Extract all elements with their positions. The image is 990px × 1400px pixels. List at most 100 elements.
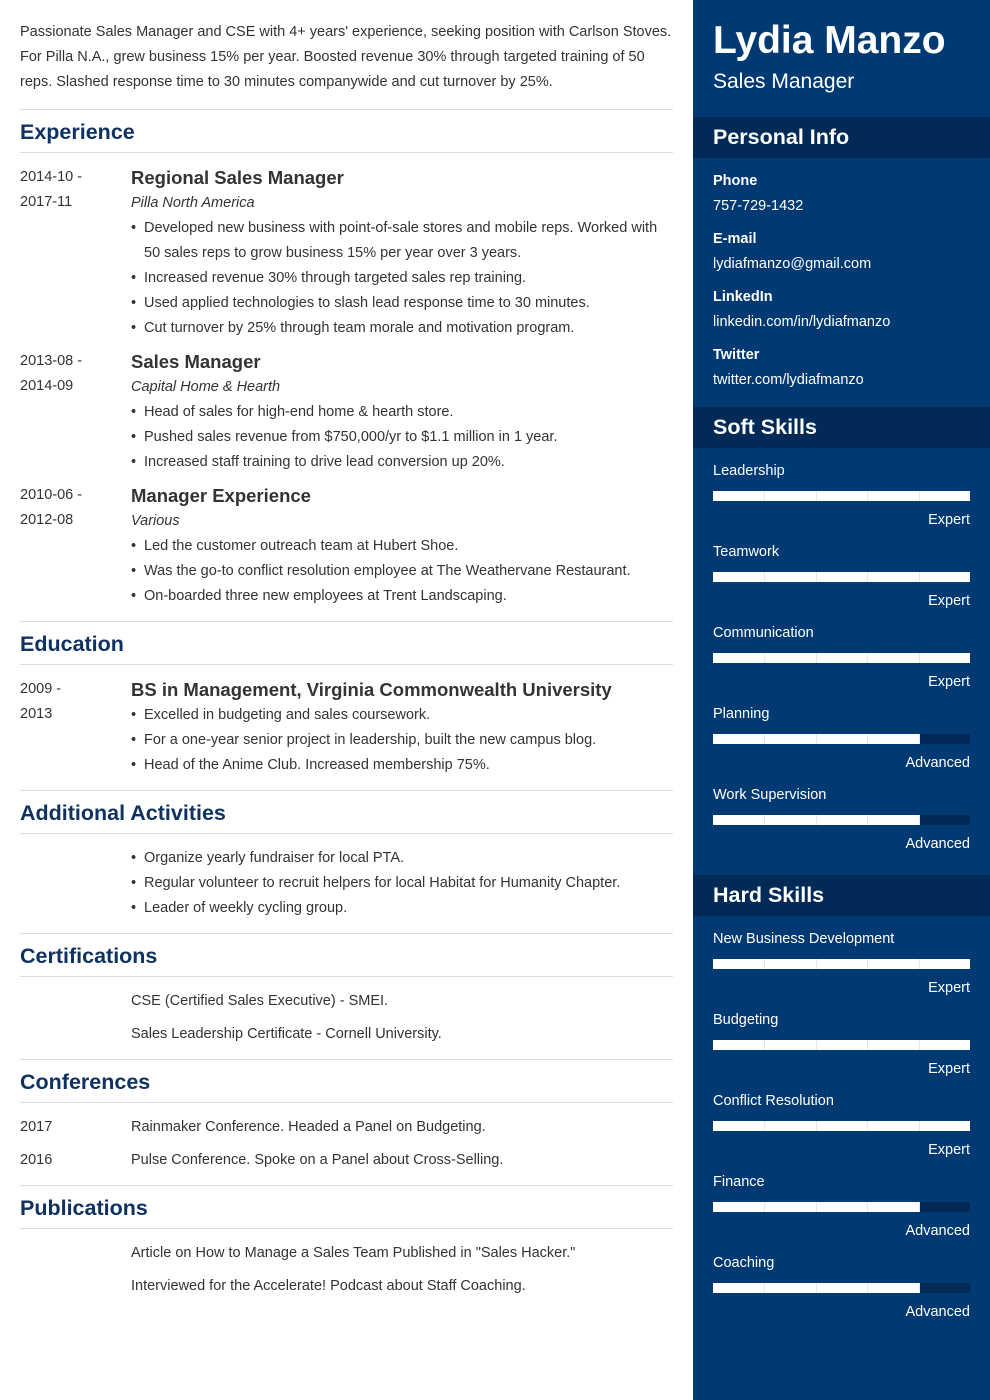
skill-level-label: Advanced [905,1223,971,1239]
personal-info: Phone 757-729-1432 E-mail lydiafmanzo@gm… [693,158,990,407]
skill-level-bar [713,815,970,825]
skill-name: Communication [713,625,814,641]
skill-bar-divider [764,1283,766,1293]
date-start: 2014-10 - [20,169,83,185]
candidate-role: Sales Manager [713,70,855,93]
twitter-value[interactable]: twitter.com/lydiafmanzo [713,369,970,391]
skill-bar-divider [764,572,766,582]
experience-entry: 2010-06 - 2012-08 Manager Experience Var… [20,483,673,609]
skill-bar-divider [815,734,817,744]
soft-skills-heading: Soft Skills [693,407,990,448]
date-range: 2009 - 2013 [20,677,131,778]
skill-bar-divider [815,653,817,663]
conference-year: 2016 [20,1152,53,1168]
bullet-item: Head of sales for high-end home & hearth… [131,400,673,425]
section-title: Experience [20,110,673,153]
skill-bar-divider [918,1283,920,1293]
sidebar: Lydia Manzo Sales Manager Personal Info … [693,0,990,1400]
skill-item: Communication Expert [713,622,970,693]
job-title: Manager Experience [131,485,311,506]
skill-name: Work Supervision [713,787,827,803]
skill-bar-divider [764,491,766,501]
bullet-item: Increased revenue 30% through targeted s… [131,266,673,291]
job-title: Regional Sales Manager [131,167,344,188]
personal-info-heading: Personal Info [693,117,990,158]
skill-bar-divider [815,1202,817,1212]
date-start: 2010-06 - [20,487,83,503]
date-start: 2013-08 - [20,353,83,369]
linkedin-value[interactable]: linkedin.com/in/lydiafmanzo [713,311,970,333]
skill-bar-divider [764,1202,766,1212]
bullet-item: On-boarded three new employees at Trent … [131,584,673,609]
skill-item: New Business Development Expert [713,928,970,999]
skill-bar-divider [918,572,920,582]
skill-bar-divider [815,959,817,969]
skill-level-label: Advanced [905,1304,971,1320]
company-name: Various [131,513,180,529]
skill-item: Work Supervision Advanced [713,784,970,855]
skill-name: Planning [713,706,770,722]
section-title: Education [20,622,673,665]
skill-level-fill [713,959,970,969]
conference-item: 2017 Rainmaker Conference. Headed a Pane… [20,1115,673,1140]
publications-section: Publications Article on How to Manage a … [20,1186,673,1311]
skill-bar-divider [867,491,869,501]
bullet-item: Used applied technologies to slash lead … [131,291,673,316]
skill-name: Finance [713,1174,765,1190]
skill-bar-divider [918,653,920,663]
skill-level-label: Expert [928,593,970,609]
date-end: 2017-11 [20,194,73,210]
date-end: 2014-09 [20,378,74,394]
skill-item: Budgeting Expert [713,1009,970,1080]
skill-level-bar [713,491,970,501]
skill-level-label: Advanced [905,836,971,852]
skill-bar-divider [918,815,920,825]
bullet-item: Developed new business with point-of-sal… [131,216,673,266]
skill-bar-divider [867,815,869,825]
section-title: Publications [20,1186,673,1229]
bullet-item: Led the customer outreach team at Hubert… [131,534,673,559]
skill-bar-divider [918,959,920,969]
skill-level-label: Expert [928,512,970,528]
certification-item: Sales Leadership Certificate - Cornell U… [131,1026,442,1042]
experience-entry: 2014-10 - 2017-11 Regional Sales Manager… [20,165,673,341]
skill-bar-divider [764,1121,766,1131]
skill-level-bar [713,572,970,582]
hard-skills-list: New Business Development Expert Budgeting E… [693,916,990,1343]
conference-text: Rainmaker Conference. Headed a Panel on … [131,1119,486,1135]
bullet-item: Head of the Anime Club. Increased member… [131,753,673,778]
publication-item: Article on How to Manage a Sales Team Pu… [131,1245,576,1261]
skill-item: Teamwork Expert [713,541,970,612]
skill-bar-divider [764,653,766,663]
skill-bar-divider [815,491,817,501]
skill-level-fill [713,1121,970,1131]
skill-level-bar [713,1040,970,1050]
section-title: Certifications [20,934,673,977]
skill-level-label: Expert [928,980,970,996]
date-range: 2014-10 - 2017-11 [20,165,131,341]
skill-bar-divider [867,1283,869,1293]
skill-bar-divider [815,572,817,582]
skill-name: New Business Development [713,931,895,947]
bullet-item: Organize yearly fundraiser for local PTA… [131,846,673,871]
skill-bar-divider [918,1121,920,1131]
skill-bar-divider [867,1121,869,1131]
skill-item: Planning Advanced [713,703,970,774]
main-column: Passionate Sales Manager and CSE with 4+… [0,0,693,1400]
section-title: Additional Activities [20,791,673,834]
education-entry: 2009 - 2013 BS in Management, Virginia C… [20,677,673,778]
job-title: Sales Manager [131,351,261,372]
skill-bar-divider [764,734,766,744]
section-title: Conferences [20,1060,673,1103]
date-end: 2012-08 [20,512,74,528]
skill-name: Budgeting [713,1012,779,1028]
education-section: Education 2009 - 2013 BS in Management, … [20,622,673,791]
skill-bar-divider [918,491,920,501]
skill-item: Finance Advanced [713,1171,970,1242]
conference-year: 2017 [20,1119,53,1135]
candidate-name: Lydia Manzo [713,19,946,62]
skill-bar-divider [815,1121,817,1131]
phone-value[interactable]: 757-729-1432 [713,195,970,217]
skill-level-fill [713,653,970,663]
email-value[interactable]: lydiafmanzo@gmail.com [713,253,970,275]
